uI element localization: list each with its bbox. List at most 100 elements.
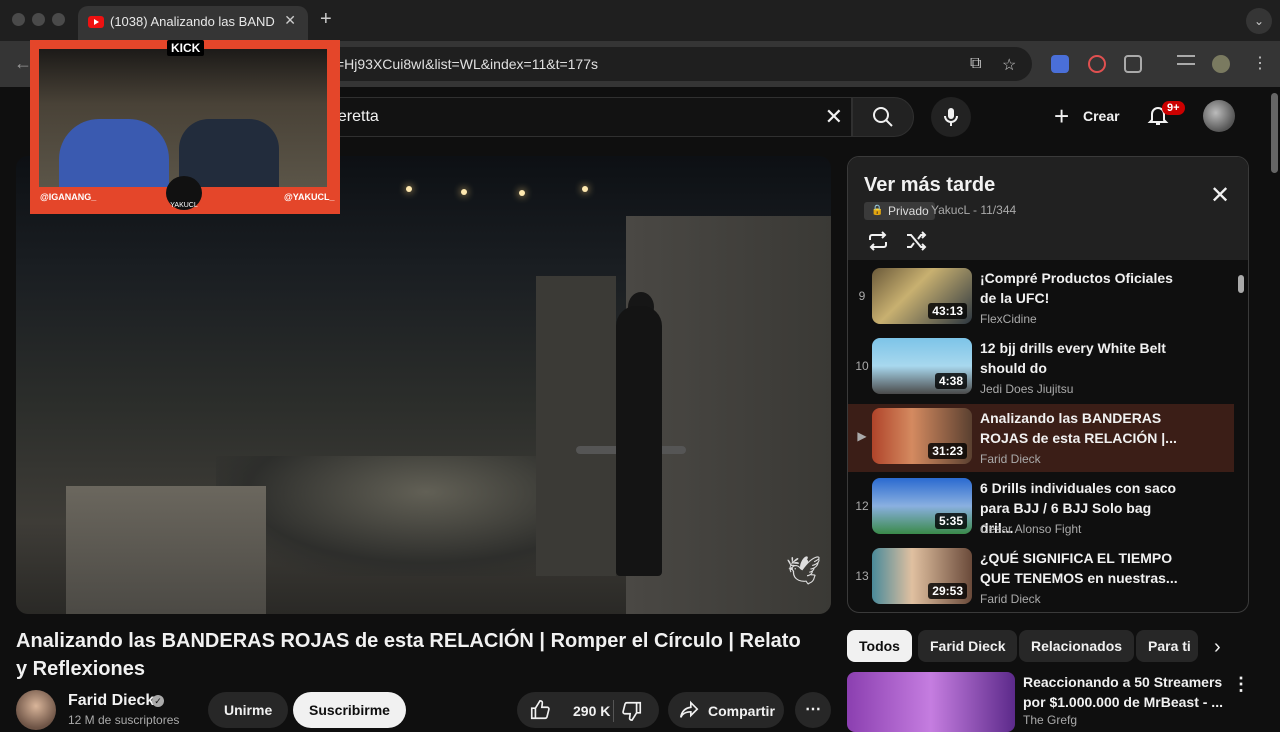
item-channel[interactable]: Farid Dieck [980, 452, 1041, 466]
share-label: Compartir [708, 703, 775, 719]
recommended-menu-icon[interactable]: ⋮ [1232, 674, 1250, 695]
clear-search-icon[interactable]: ✕ [825, 104, 843, 130]
account-avatar[interactable] [1203, 100, 1235, 132]
playlist-item[interactable]: 13 29:53 ¿QUÉ SIGNIFICA EL TIEMPO QUE TE… [848, 544, 1234, 612]
chip-relacionados[interactable]: Relacionados [1019, 630, 1135, 662]
install-app-icon[interactable]: ⧉ [970, 55, 981, 73]
page-scrollbar-thumb[interactable] [1271, 93, 1278, 173]
security-extension-icon[interactable] [1088, 55, 1106, 73]
browser-tab-active[interactable]: (1038) Analizando las BANDERAS ✕ [78, 6, 308, 41]
man-standing [616, 306, 662, 576]
item-channel[interactable]: Jedi Does Jiujitsu [980, 382, 1073, 396]
stairs [66, 486, 266, 614]
string-light [582, 186, 588, 192]
lock-icon: 🔒 [871, 205, 884, 216]
share-arrow-icon [679, 700, 699, 718]
tab-search-button[interactable]: ⌄ [1246, 8, 1272, 34]
item-thumbnail[interactable]: 5:35 [872, 478, 972, 534]
zoom-window-button[interactable] [52, 13, 65, 26]
playlist-item[interactable]: 12 5:35 6 Drills individuales con saco p… [848, 474, 1234, 542]
item-duration: 31:23 [928, 443, 967, 459]
item-index: 12 [855, 499, 869, 513]
new-tab-button[interactable]: + [320, 8, 332, 31]
chip-farid-dieck[interactable]: Farid Dieck [918, 630, 1018, 662]
join-button[interactable]: Unirme [208, 692, 289, 728]
room-object [179, 119, 279, 187]
item-thumbnail[interactable]: 43:13 [872, 268, 972, 324]
search-button[interactable] [852, 97, 914, 137]
item-title[interactable]: Analizando las BANDERAS ROJAS de esta RE… [980, 408, 1180, 448]
item-index: 9 [858, 289, 866, 303]
plus-icon: + [1054, 101, 1070, 131]
dove-watermark-icon: 🕊 [786, 555, 822, 586]
string-light [461, 189, 467, 195]
channel-avatar[interactable] [16, 690, 56, 730]
streamer-webcam-overlay: KICK @IGANANG_ YAKUCL @YAKUCL_ [30, 40, 340, 214]
recommended-channel[interactable]: The Grefg [1023, 713, 1077, 727]
browser-menu-icon[interactable]: ⋮ [1252, 53, 1268, 73]
youtube-favicon-icon [88, 16, 104, 28]
item-channel[interactable]: FlexCidine [980, 312, 1037, 326]
loop-icon[interactable] [866, 229, 890, 253]
video-title: Analizando las BANDERAS ROJAS de esta RE… [16, 630, 801, 680]
video-player[interactable]: 🕊 [16, 156, 831, 614]
chip-todos[interactable]: Todos [847, 630, 912, 662]
kick-logo: KICK [167, 40, 205, 56]
playlist-items: 9 43:13 ¡Compré Productos Oficiales de l… [848, 260, 1248, 612]
subscribe-button[interactable]: Suscribirme [293, 692, 406, 728]
item-title[interactable]: 12 bjj drills every White Belt should do [980, 338, 1180, 378]
bookmark-star-icon[interactable]: ☆ [1002, 55, 1016, 75]
profile-avatar-icon[interactable] [1212, 55, 1230, 73]
chip-para-ti[interactable]: Para ti [1136, 630, 1198, 662]
overlay-handle-left: @IGANANG_ [40, 192, 97, 202]
tab-title: (1038) Analizando las BANDERAS [110, 14, 275, 29]
share-button[interactable]: Compartir [668, 692, 784, 728]
search-icon [873, 107, 893, 127]
playlist-header: Ver más tarde 🔒 Privado YakucL - 11/344 … [848, 157, 1248, 260]
recommended-thumbnail[interactable] [847, 672, 1015, 732]
recommended-title[interactable]: Reaccionando a 50 Streamers por $1.000.0… [1023, 672, 1223, 712]
thumbs-down-icon[interactable] [621, 700, 643, 722]
string-light [406, 186, 412, 192]
channel-name[interactable]: Farid Dieck [68, 692, 154, 710]
playlist-scrollbar-thumb[interactable] [1238, 275, 1244, 293]
item-thumbnail[interactable]: 29:53 [872, 548, 972, 604]
shuffle-icon[interactable] [904, 229, 928, 253]
more-actions-button[interactable]: ⋯ [795, 692, 831, 728]
playlist-item[interactable]: 10 4:38 12 bjj drills every White Belt s… [848, 334, 1234, 402]
overlay-handle-right: @YAKUCL_ [284, 192, 335, 202]
item-duration: 43:13 [928, 303, 967, 319]
item-channel[interactable]: Farid Dieck [980, 592, 1041, 606]
verified-check-icon: ✓ [152, 695, 164, 707]
chevron-right-icon[interactable]: › [1214, 636, 1221, 659]
page-scrollbar[interactable] [1268, 87, 1280, 720]
item-title[interactable]: ¿QUÉ SIGNIFICA EL TIEMPO QUE TENEMOS en … [980, 548, 1180, 588]
item-title[interactable]: ¡Compré Productos Oficiales de la UFC! [980, 268, 1180, 308]
subscriber-count: 12 M de suscriptores [68, 713, 180, 727]
string-light [519, 190, 525, 196]
item-duration: 29:53 [928, 583, 967, 599]
translate-extension-icon[interactable] [1051, 55, 1069, 73]
extensions-puzzle-icon[interactable] [1124, 55, 1142, 73]
item-thumbnail[interactable]: 31:23 [872, 408, 972, 464]
like-dislike-group: 290 K [517, 692, 659, 728]
playlist-item[interactable]: 9 43:13 ¡Compré Productos Oficiales de l… [848, 264, 1234, 332]
playlist-item-current[interactable]: ▶ 31:23 Analizando las BANDERAS ROJAS de… [848, 404, 1234, 472]
item-channel[interactable]: Cesar Alonso Fight [980, 522, 1081, 536]
tab-close-icon[interactable]: ✕ [284, 12, 296, 29]
notification-badge: 9+ [1162, 101, 1185, 115]
close-playlist-icon[interactable]: ✕ [1210, 181, 1230, 210]
playlist-title[interactable]: Ver más tarde [864, 174, 995, 197]
item-thumbnail[interactable]: 4:38 [872, 338, 972, 394]
voice-search-button[interactable] [931, 97, 971, 137]
create-button[interactable]: + Crear [1048, 97, 1126, 135]
item-duration: 5:35 [934, 513, 967, 529]
thumbs-up-icon[interactable] [529, 699, 551, 721]
doorway [536, 276, 616, 576]
like-count[interactable]: 290 K [573, 703, 610, 719]
minimize-window-button[interactable] [32, 13, 45, 26]
close-window-button[interactable] [12, 13, 25, 26]
media-control-icon[interactable] [1177, 55, 1195, 65]
microphone-icon [944, 108, 958, 126]
search-input[interactable]: peretta ✕ [300, 97, 852, 137]
